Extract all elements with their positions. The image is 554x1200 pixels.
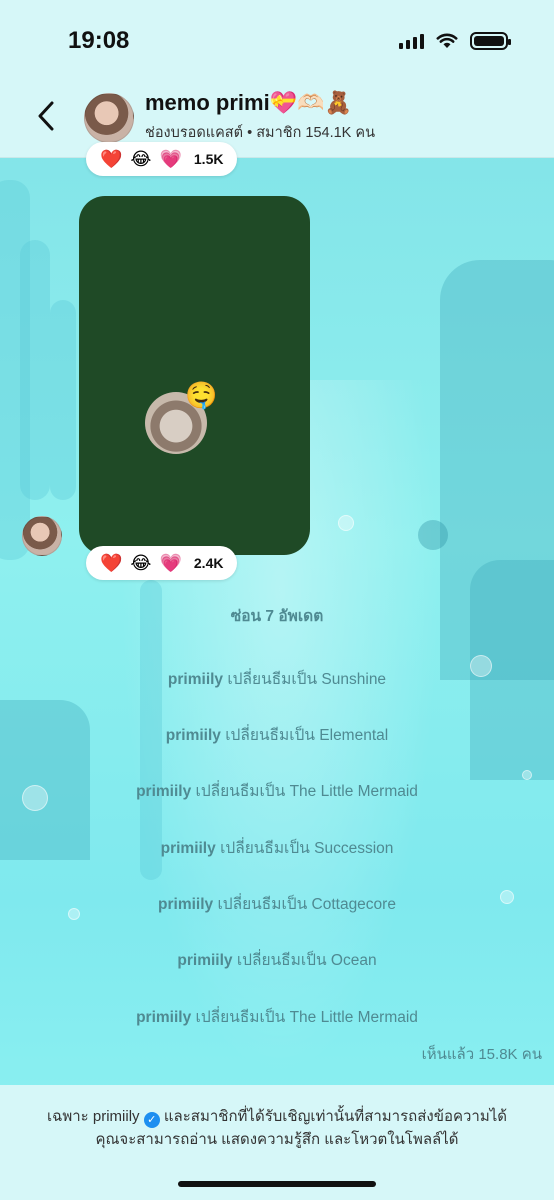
seen-count: เห็นแล้ว 15.8K คน xyxy=(421,1046,542,1063)
sender-avatar[interactable] xyxy=(22,516,62,556)
system-theme: Cottagecore xyxy=(311,896,396,913)
system-action: เปลี่ยนธีมเป็น xyxy=(195,1009,286,1026)
system-message: primiily เปลี่ยนธีมเป็น Sunshine xyxy=(0,666,554,691)
hidden-updates-toggle[interactable]: ซ่อน 7 อัพเดต xyxy=(0,603,554,628)
reaction-heart[interactable]: ❤️ xyxy=(100,554,122,572)
system-action: เปลี่ยนธีมเป็น xyxy=(220,840,310,857)
system-theme: The Little Mermaid xyxy=(289,1009,418,1026)
back-chevron-icon xyxy=(38,101,54,131)
chat-header: memo primi💝🫶🏻🧸 ช่องบรอดแคสต์ • สมาชิก 15… xyxy=(0,84,554,158)
system-message: primiily เปลี่ยนธีมเป็น Ocean xyxy=(0,947,554,972)
status-icons xyxy=(399,32,511,50)
system-action: เปลี่ยนธีมเป็น xyxy=(225,727,315,744)
reaction-count: 1.5K xyxy=(193,151,224,167)
reaction-pink-heart[interactable]: 💗 xyxy=(159,554,181,572)
status-bar: 19:08 xyxy=(0,0,554,84)
media-message[interactable]: 🤤 xyxy=(79,196,310,555)
system-theme: Ocean xyxy=(330,952,377,969)
reaction-laugh[interactable]: 😂 xyxy=(130,150,151,168)
system-user: primiily xyxy=(158,896,214,913)
reaction-heart[interactable]: ❤️ xyxy=(100,150,122,168)
notice-user[interactable]: primiily xyxy=(93,1108,140,1125)
system-message: primiily เปลี่ยนธีมเป็น Succession xyxy=(0,835,554,860)
system-user: primiily xyxy=(136,1009,192,1026)
system-theme: Sunshine xyxy=(321,671,387,688)
back-button[interactable] xyxy=(26,94,66,138)
system-theme: Succession xyxy=(314,840,394,857)
reaction-laugh[interactable]: 😂 xyxy=(130,554,151,572)
channel-avatar[interactable] xyxy=(84,93,134,143)
home-indicator xyxy=(178,1181,376,1187)
system-user: primiily xyxy=(167,671,224,688)
notice-line1: และสมาชิกที่ได้รับเชิญเท่านั้นที่สามารถส… xyxy=(163,1108,508,1125)
channel-subtitle[interactable]: ช่องบรอดแคสต์ • สมาชิก 154.1K คน xyxy=(145,121,375,144)
reaction-pink-heart[interactable]: 💗 xyxy=(159,150,181,168)
channel-title[interactable]: memo primi💝🫶🏻🧸 xyxy=(145,90,352,116)
system-theme: The Little Mermaid xyxy=(289,783,418,800)
system-action: เปลี่ยนธีมเป็น xyxy=(227,671,318,688)
wifi-icon xyxy=(436,33,458,48)
system-message: primiily เปลี่ยนธีมเป็น The Little Merma… xyxy=(0,1004,554,1029)
system-message: primiily เปลี่ยนธีมเป็น Cottagecore xyxy=(0,891,554,916)
system-action: เปลี่ยนธีมเป็น xyxy=(217,896,308,913)
reaction-count: 2.4K xyxy=(193,555,224,571)
restriction-notice: เฉพาะ primiily ✓ และสมาชิกที่ได้รับเชิญเ… xyxy=(0,1105,554,1151)
system-action: เปลี่ยนธีมเป็น xyxy=(236,952,327,969)
system-user: primiily xyxy=(160,840,216,857)
system-message: primiily เปลี่ยนธีมเป็น The Little Merma… xyxy=(0,778,554,803)
system-theme: Elemental xyxy=(319,727,389,744)
reactions-bar[interactable]: ❤️ 😂 💗 1.5K xyxy=(86,142,238,176)
system-user: primiily xyxy=(177,952,233,969)
system-user: primiily xyxy=(136,783,192,800)
reactions-bar[interactable]: ❤️ 😂 💗 2.4K xyxy=(86,546,238,580)
notice-line2: คุณจะสามารถอ่าน แสดงความรู้สึก และโหวตใน… xyxy=(95,1131,459,1148)
battery-icon xyxy=(470,32,511,50)
system-action: เปลี่ยนธีมเป็น xyxy=(195,783,286,800)
status-time: 19:08 xyxy=(68,27,130,54)
verified-badge-icon: ✓ xyxy=(143,1112,160,1128)
media-emoji: 🤤 xyxy=(185,380,218,410)
system-user: primiily xyxy=(165,727,221,744)
notice-prefix: เฉพาะ xyxy=(46,1108,89,1125)
signal-icon xyxy=(399,33,424,49)
system-message: primiily เปลี่ยนธีมเป็น Elemental xyxy=(0,722,554,747)
